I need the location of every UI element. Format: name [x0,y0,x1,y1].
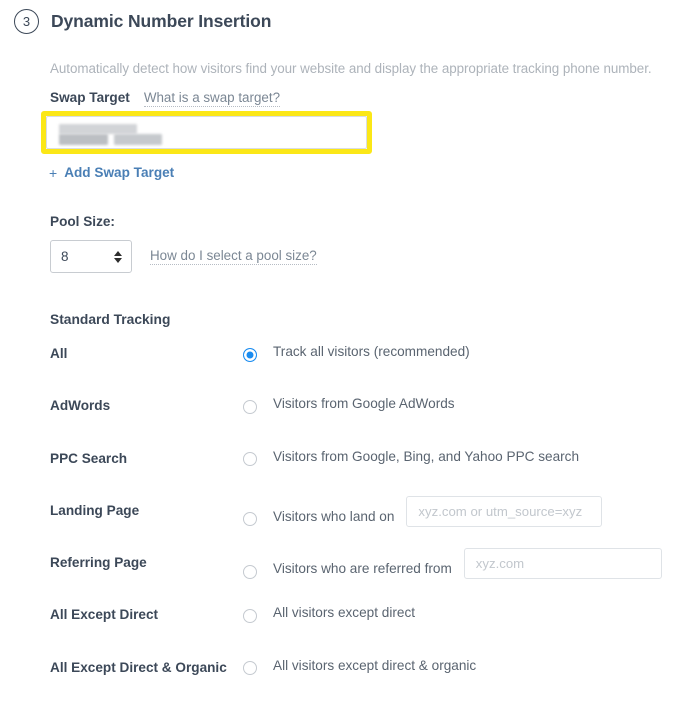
stepper-arrows[interactable] [114,250,122,263]
tracking-option-row: AdWords Visitors from Google AdWords [0,396,700,448]
tracking-option-control[interactable]: All visitors except direct [243,605,416,623]
pool-size-label: Pool Size: [50,214,115,229]
tracking-option-text: Track all visitors (recommended) [273,344,470,359]
tracking-option-control[interactable]: Track all visitors (recommended) [243,344,470,362]
tracking-option-input[interactable] [406,495,603,527]
page-title: Dynamic Number Insertion [51,11,272,31]
swap-target-input[interactable] [46,116,367,149]
tracking-option-name: AdWords [50,398,111,414]
tracking-option-input[interactable] [463,548,662,580]
swap-target-label: Swap Target [50,90,130,105]
tracking-option-name: Landing Page [50,502,140,518]
radio-button[interactable] [243,512,257,527]
tracking-option-row: PPC Search Visitors from Google, Bing, an… [0,449,700,501]
swap-target-highlight [41,111,372,154]
tracking-option-text: Visitors who land on [273,508,395,524]
section-header: 3 Dynamic Number Insertion [14,9,271,34]
radio-button[interactable] [243,564,257,579]
radio-button[interactable] [243,452,257,467]
tracking-option-row: All Except Direct All visitors except dir… [0,605,700,657]
radio-button[interactable] [243,347,257,362]
add-swap-target-button[interactable]: + Add Swap Target [49,165,174,180]
radio-button[interactable] [243,661,257,676]
step-number-badge: 3 [14,9,39,34]
swap-target-header: Swap Target What is a swap target? [50,90,281,107]
tracking-option-row: Landing Page Visitors who land on [0,495,700,553]
add-swap-target-label: Add Swap Target [64,165,175,180]
chevron-down-icon[interactable] [114,257,122,263]
tracking-option-name: PPC Search [50,450,128,466]
tracking-option-text: Visitors from Google AdWords [273,396,455,412]
tracking-option-row: All Except Direct & Organic All visitors … [0,658,700,710]
plus-icon: + [49,164,58,181]
radio-button[interactable] [243,399,257,414]
tracking-option-text: Visitors from Google, Bing, and Yahoo PP… [273,448,580,464]
radio-button[interactable] [243,608,257,623]
tracking-option-control[interactable]: Visitors who are referred from [243,548,662,584]
pool-size-row: How do I select a pool size? [50,240,317,273]
tracking-options-list: All Track all visitors (recommended) AdWor… [0,344,700,710]
dynamic-number-insertion-panel: 3 Dynamic Number Insertion Automatically… [0,0,700,717]
tracking-option-name: All Except Direct & Organic [50,659,227,675]
tracking-option-control[interactable]: Visitors from Google AdWords [243,396,455,414]
tracking-option-name: All [50,346,68,361]
tracking-option-name: Referring Page [50,555,147,571]
how-do-i-select-pool-size-link[interactable]: How do I select a pool size? [150,248,317,265]
what-is-swap-target-link[interactable]: What is a swap target? [143,90,281,107]
tracking-option-name: All Except Direct [50,607,159,623]
standard-tracking-title: Standard Tracking [50,312,171,327]
chevron-up-icon[interactable] [114,250,122,256]
pool-size-input[interactable] [51,248,107,265]
tracking-option-text: Visitors who are referred from [273,561,452,577]
tracking-option-row: All Track all visitors (recommended) [0,344,700,396]
tracking-option-control[interactable]: Visitors from Google, Bing, and Yahoo PP… [243,448,580,467]
pool-size-stepper[interactable] [50,240,132,273]
tracking-option-control[interactable]: Visitors who land on [243,495,603,532]
tracking-option-text: All visitors except direct [273,605,416,621]
section-description: Automatically detect how visitors find y… [50,61,652,76]
tracking-option-control[interactable]: All visitors except direct & organic [243,657,477,676]
tracking-option-text: All visitors except direct & organic [273,657,477,673]
tracking-option-row: Referring Page Visitors who are referred … [0,548,700,605]
